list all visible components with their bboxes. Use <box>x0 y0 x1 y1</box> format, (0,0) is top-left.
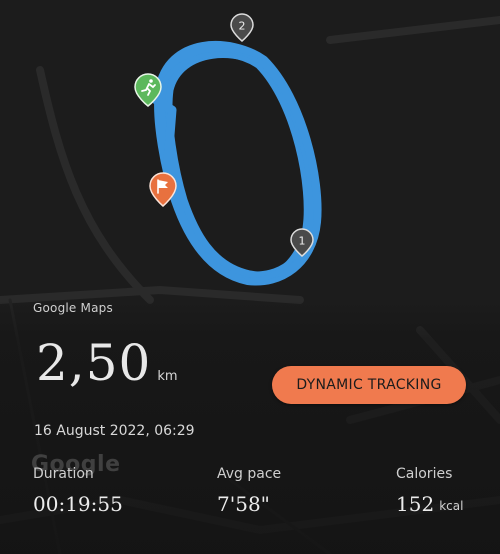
workout-details-screen: 2 1 Google Maps Google 2,50 km 16 August… <box>0 0 500 554</box>
avg-pace-stat: Avg pace 7'58" <box>217 466 281 514</box>
map-attribution: Google Maps <box>33 301 113 315</box>
route-path <box>145 40 322 286</box>
calories-value: 152 <box>396 492 435 516</box>
dynamic-tracking-button[interactable]: DYNAMIC TRACKING <box>272 366 466 404</box>
workout-date: 16 August 2022, 06:29 <box>34 423 195 439</box>
duration-label: Duration <box>33 466 94 482</box>
distance-value: 2,50 <box>36 334 152 392</box>
avg-pace-value: 7'58" <box>217 492 270 516</box>
distance-unit: km <box>157 369 178 384</box>
calories-stat: Calories 152 kcal <box>396 466 463 514</box>
duration-stat: Duration 00:19:55 <box>33 466 123 514</box>
distance-display: 2,50 km <box>36 338 178 388</box>
lap-marker-1-label: 1 <box>299 235 306 248</box>
duration-value: 00:19:55 <box>33 492 123 516</box>
calories-label: Calories <box>396 466 453 482</box>
calories-unit: kcal <box>439 499 464 513</box>
lap-marker-2[interactable]: 2 <box>230 13 254 42</box>
avg-pace-label: Avg pace <box>217 466 282 482</box>
lap-marker-2-label: 2 <box>239 20 246 33</box>
